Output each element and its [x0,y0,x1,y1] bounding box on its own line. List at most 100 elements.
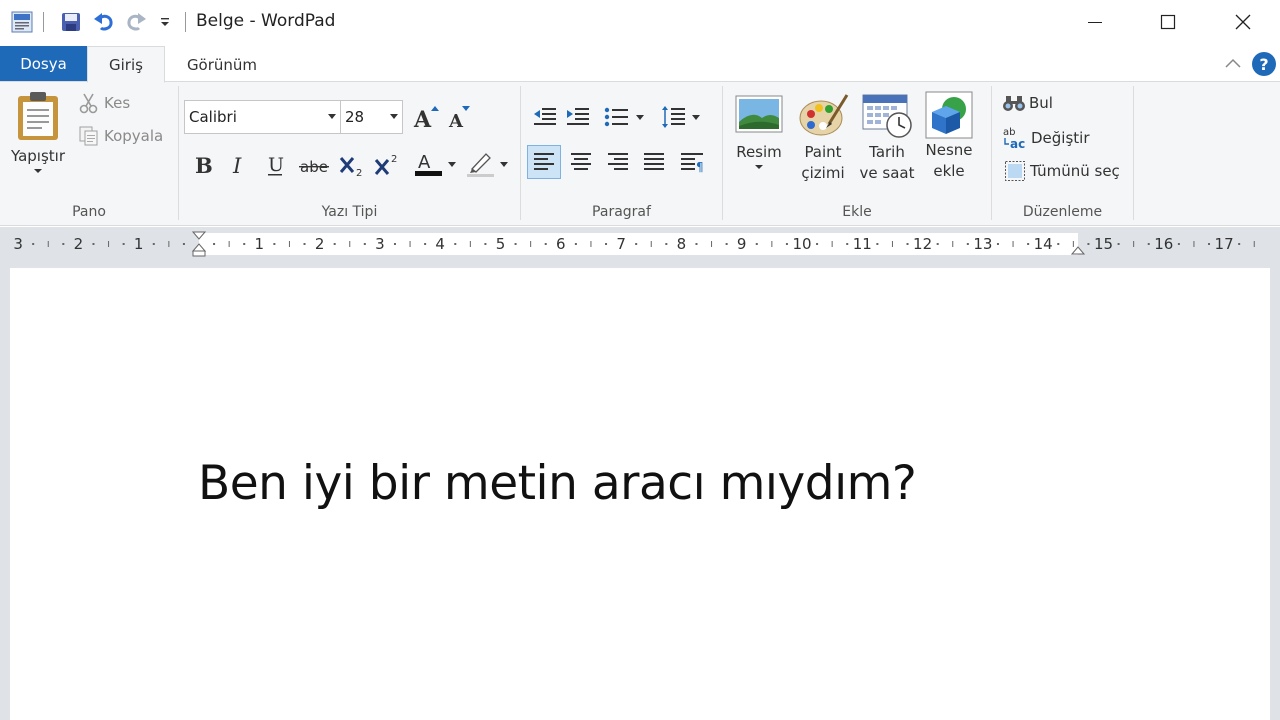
ruler-tick [1193,241,1195,247]
strikethrough-button[interactable]: abe [297,149,331,181]
line-spacing-button[interactable] [659,101,703,133]
grow-font-button[interactable]: A [411,101,441,133]
paste-label: Yapıştır [10,147,65,165]
insert-picture-button[interactable]: Resim [731,92,787,171]
italic-button[interactable]: I [224,149,252,181]
ruler-tick [966,243,969,245]
save-icon[interactable] [59,10,83,34]
picture-icon [735,95,783,133]
ruler-tick [650,241,652,247]
ruler-tick [514,243,517,245]
cut-label: Kes [104,94,131,112]
ruler-tick [152,243,155,245]
help-button[interactable]: ? [1252,52,1276,76]
find-label: Bul [1029,94,1053,112]
chevron-down-icon [34,169,42,173]
ruler-tick [243,243,246,245]
right-indent-marker[interactable] [1071,242,1085,256]
ruler-tick [108,241,110,247]
ruler-tick [484,243,487,245]
increase-indent-icon [567,108,589,125]
ruler-tick [725,243,728,245]
grow-font-icon: A [413,106,439,130]
subscript-button[interactable]: 2 [337,149,369,181]
highlight-button[interactable] [463,148,509,180]
svg-text:U: U [268,154,284,176]
ruler-tick [424,243,427,245]
close-button[interactable] [1206,0,1280,44]
tab-view[interactable]: Görünüm [170,46,274,83]
first-line-indent-marker[interactable] [192,231,206,257]
shrink-font-button[interactable]: A [445,101,475,133]
group-font: Calibri 28 A A B I U abe 2 2 A Yazı Tipi [179,82,520,226]
group-insert: Resim Paint çizimi Tarih ve saat Nesne e… [723,82,991,226]
ruler-number: 8 [677,235,687,253]
underline-button[interactable]: U [261,149,289,181]
font-family-dropdown[interactable]: Calibri [184,100,341,134]
paste-button[interactable]: Yapıştır [6,90,70,175]
date-time-button[interactable]: Tarih ve saat [856,92,918,184]
ruler-tick [168,241,170,247]
line-spacing-icon [662,106,700,128]
paint-drawing-button[interactable]: Paint çizimi [793,92,853,184]
maximize-button[interactable] [1131,0,1205,44]
ruler-number: 15 [1094,235,1113,253]
font-size-dropdown[interactable]: 28 [340,100,403,134]
ruler-number: 2 [315,235,325,253]
find-button[interactable]: Bul [1002,93,1053,113]
svg-text:ac: ac [1010,137,1025,151]
date-time-label-1: Tarih [869,143,905,161]
ruler-tick [635,243,638,245]
justify-button[interactable] [638,146,670,178]
font-color-button[interactable]: A [411,148,457,180]
ruler-number: 16 [1154,235,1173,253]
tab-file[interactable]: Dosya [0,46,87,81]
ruler-tick [1117,243,1120,245]
ribbon-tabs: Dosya Giriş Görünüm ? [0,44,1280,83]
replace-button[interactable]: ab ac Değiştir [1002,125,1090,151]
group-label-paragraph: Paragraf [592,204,651,220]
strikethrough-icon: abe [299,158,329,176]
increase-indent-button[interactable] [563,101,593,133]
select-all-button[interactable]: Tümünü seç [1004,160,1120,182]
decrease-indent-button[interactable] [530,101,560,133]
align-right-icon [608,153,628,170]
ruler-tick [952,241,954,247]
align-left-button[interactable] [527,145,561,179]
document-text[interactable]: Ben iyi bir metin aracı mıydım? [198,456,917,511]
ruler-tick [695,243,698,245]
ruler-tick [530,241,532,247]
replace-label: Değiştir [1031,129,1090,147]
scissors-icon [79,93,98,114]
align-right-button[interactable] [602,146,634,178]
undo-icon[interactable] [92,10,116,34]
insert-object-button[interactable]: Nesne ekle [921,90,977,182]
binoculars-icon [1003,96,1025,111]
group-editing: Bul ab ac Değiştir Tümünü seç Düzenleme [992,82,1133,226]
superscript-button[interactable]: 2 [372,149,404,181]
customize-qat-icon[interactable] [153,10,177,34]
redo-icon[interactable] [124,10,148,34]
select-all-icon [1005,161,1025,181]
replace-icon: abac [1003,127,1025,151]
ruler-tick [454,243,457,245]
tab-home[interactable]: Giriş [87,46,165,83]
cut-button[interactable]: Kes [78,92,130,114]
wordpad-app-icon[interactable] [10,10,34,34]
align-center-button[interactable] [565,146,597,178]
ruler[interactable]: 3 2 1 1 2 3 4 5 6 7 8 9 10 11 12 13 14 15 16 17 [10,231,1268,257]
svg-text:2: 2 [356,168,362,178]
copy-button[interactable]: Kopyala [78,125,163,147]
collapse-ribbon-icon[interactable] [1224,54,1242,72]
minimize-button[interactable] [1058,0,1132,44]
ruler-tick [816,243,819,245]
ruler-tick [349,241,351,247]
ruler-tick [213,243,216,245]
paragraph-button[interactable]: ¶ [676,146,708,178]
bullets-button[interactable] [601,101,649,133]
bold-button[interactable]: B [189,149,217,181]
highlighter-icon [467,153,508,177]
ruler-number: 1 [255,235,265,253]
ruler-tick [665,243,668,245]
ruler-tick [62,243,65,245]
